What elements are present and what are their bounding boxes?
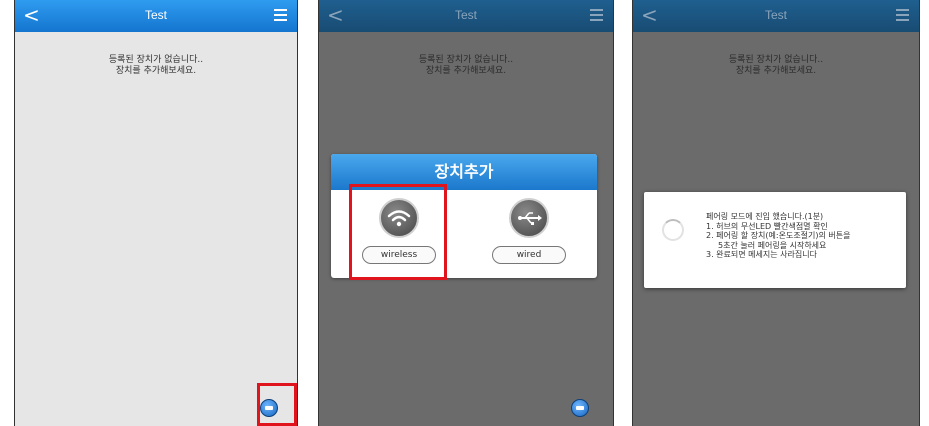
empty-message-line2: 장치를 추가해보세요. (115, 66, 197, 76)
app-header: < Test (319, 0, 613, 32)
pairing-line: 3. 완료되면 메세지는 사라집니다 (706, 250, 817, 259)
app-header: < Test (15, 0, 297, 32)
menu-icon[interactable] (590, 9, 603, 21)
wired-button[interactable]: wired (492, 246, 566, 264)
page-title: Test (144, 8, 167, 22)
empty-message: 등록된 장치가 없습니다.. 장치를 추가해보세요. (319, 55, 613, 77)
empty-message-line1: 등록된 장치가 없습니다.. (728, 55, 824, 65)
empty-message-line1: 등록된 장치가 없습니다.. (418, 55, 514, 65)
screen-add-device: < Test 등록된 장치가 없습니다.. 장치를 추가해보세요. 장치추가 w… (318, 0, 614, 426)
empty-message-line2: 장치를 추가해보세요. (425, 66, 507, 76)
page-title: Test (454, 8, 477, 22)
pairing-line: 1. 허브의 무선LED 빨간색점멸 확인 (706, 221, 828, 231)
menu-icon[interactable] (274, 9, 287, 21)
empty-message-line1: 등록된 장치가 없습니다.. (108, 55, 204, 65)
screen-pairing: < Test 등록된 장치가 없습니다.. 장치를 추가해보세요. 페어링 모드… (632, 0, 920, 426)
app-header: < Test (633, 0, 919, 32)
usb-icon[interactable] (509, 198, 549, 238)
page-title: Test (764, 8, 787, 22)
pairing-line: 2. 페어링 할 장치(예:온도조절기)의 버튼을 (706, 231, 851, 240)
pairing-line: 5초간 눌러 페어링을 시작하세요 (718, 240, 827, 250)
wired-option[interactable]: wired (479, 198, 579, 272)
highlight-box (257, 383, 297, 426)
highlight-box (349, 184, 447, 280)
pairing-instructions: 페어링 모드에 진입 했습니다.(1분) 1. 허브의 무선LED 빨간색점멸 … (706, 212, 851, 260)
screen-device-list: < Test 등록된 장치가 없습니다.. 장치를 추가해보세요. (14, 0, 298, 426)
add-device-button[interactable] (571, 399, 589, 417)
empty-message: 등록된 장치가 없습니다.. 장치를 추가해보세요. (633, 55, 919, 77)
empty-message-line2: 장치를 추가해보세요. (735, 66, 817, 76)
empty-message: 등록된 장치가 없습니다.. 장치를 추가해보세요. (15, 55, 297, 77)
pairing-progress-dialog: 페어링 모드에 진입 했습니다.(1분) 1. 허브의 무선LED 빨간색점멸 … (644, 192, 906, 288)
pairing-line: 페어링 모드에 진입 했습니다.(1분) (706, 212, 824, 221)
spinner-icon (662, 219, 684, 241)
menu-icon[interactable] (896, 9, 909, 21)
